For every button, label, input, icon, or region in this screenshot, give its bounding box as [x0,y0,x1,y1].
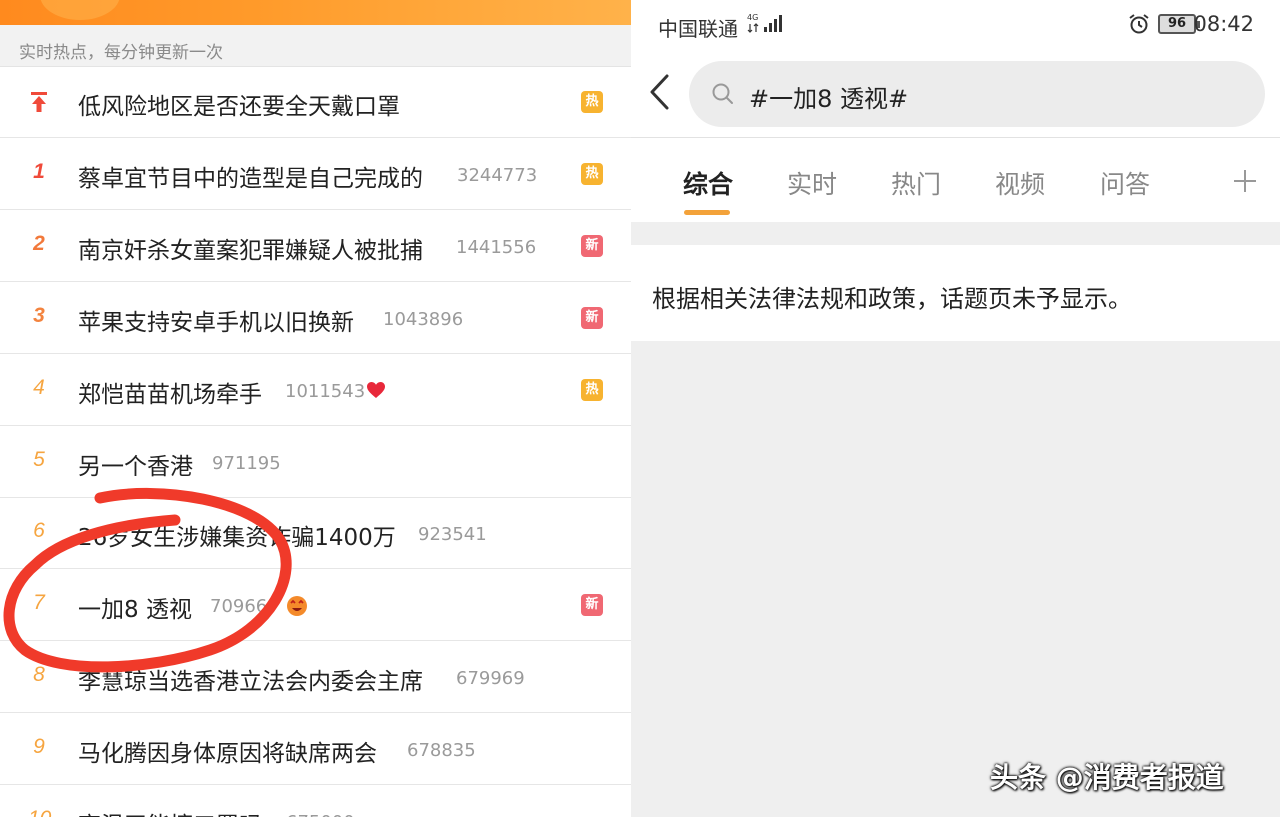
item-rank: 8 [33,663,45,686]
list-item[interactable]: 8 李慧琼当选香港立法会内委会主席 679969 [0,642,631,713]
list-item[interactable]: 2 南京奸杀女童案犯罪嫌疑人被批捕 1441556 新 [0,211,631,282]
item-count: 70966 [210,596,268,617]
item-title: 蔡卓宜节目中的造型是自己完成的 [78,166,423,192]
item-count: 971195 [212,453,281,474]
search-query: #一加8 透视# [749,85,909,113]
new-badge: 新 [581,307,603,329]
search-bar-row: #一加8 透视# [631,50,1280,138]
battery-indicator: 96 [1158,14,1200,34]
item-title: 一加8 透视 [78,597,192,623]
item-title: 另一个香港 [78,454,193,480]
tab-qa[interactable]: 问答 [1100,165,1150,201]
signal-icon: 4G [747,13,782,33]
item-rank: 6 [33,519,45,542]
result-tabs: 综合 实时 热门 视频 问答 [631,138,1280,222]
new-badge: 新 [581,235,603,257]
hot-badge: 热 [581,163,603,185]
tab-video[interactable]: 视频 [995,165,1045,201]
item-count: 675000 [286,812,355,817]
item-count: 679969 [456,668,525,689]
item-title: 苹果支持安卓手机以旧换新 [78,310,354,336]
item-count: 1011543 [285,381,366,402]
list-item[interactable]: 7 一加8 透视 70966 新 [0,570,631,641]
restricted-notice: 根据相关法律法规和政策，话题页未予显示。 [631,245,1280,341]
network-type: 4G [747,13,758,22]
item-rank: 5 [33,448,45,471]
item-title: 南京奸杀女童案犯罪嫌疑人被批捕 [78,238,423,264]
item-count: 678835 [407,740,476,761]
back-arrow-icon[interactable] [647,72,671,112]
item-rank: 1 [33,160,45,183]
item-title: 李慧琼当选香港立法会内委会主席 [78,669,423,695]
add-tab-icon[interactable] [1233,169,1257,193]
subheader-text: 实时热点，每分钟更新一次 [19,43,223,63]
item-rank: 2 [33,232,45,255]
item-title: 郑恺苗苗机场牵手 [78,382,262,408]
list-item[interactable]: 5 另一个香港 971195 [0,427,631,498]
item-count: 3244773 [457,165,538,186]
item-title: 高温天能摘口罩吗 [78,806,262,817]
item-count: 1441556 [456,237,537,258]
hot-search-panel: 实时热点，每分钟更新一次 低风险地区是否还要全天戴口罩 热 1 蔡卓宜节目中的造… [0,0,631,817]
tab-comprehensive[interactable]: 综合 [683,165,733,201]
list-item[interactable]: 9 马化腾因身体原因将缺席两会 678835 [0,714,631,785]
item-rank: 3 [33,304,45,327]
tab-popular[interactable]: 热门 [891,165,941,201]
status-bar: 中国联通 4G 96 08:42 [631,0,1280,50]
pin-top-icon [31,92,47,112]
list-item[interactable]: 3 苹果支持安卓手机以旧换新 1043896 新 [0,283,631,354]
header-banner [0,0,631,25]
item-rank: 9 [33,735,45,758]
clock: 08:42 [1193,12,1254,36]
active-tab-indicator [684,210,730,215]
item-rank: 7 [33,591,45,614]
list-item[interactable]: 4 郑恺苗苗机场牵手 1011543 热 [0,355,631,426]
item-title: 低风险地区是否还要全天戴口罩 [78,94,400,120]
new-badge: 新 [581,594,603,616]
item-rank: 4 [33,376,45,399]
heart-icon [367,382,385,398]
search-result-panel: 中国联通 4G 96 08:42 #一加8 透视# 综合 实时 热门 视频 问答… [631,0,1280,817]
item-count: 1043896 [383,309,464,330]
item-count: 923541 [418,524,487,545]
excited-emoji-icon [287,596,307,616]
list-item[interactable]: 6 26岁女生涉嫌集资诈骗1400万 923541 [0,498,631,569]
hot-badge: 热 [581,91,603,113]
alarm-clock-icon [1129,14,1149,34]
item-title: 马化腾因身体原因将缺席两会 [78,741,377,767]
search-icon [712,83,733,104]
item-rank: 10 [28,807,51,817]
list-item[interactable]: 1 蔡卓宜节目中的造型是自己完成的 3244773 热 [0,139,631,210]
hot-badge: 热 [581,379,603,401]
tab-realtime[interactable]: 实时 [787,165,837,201]
notice-text: 根据相关法律法规和政策，话题页未予显示。 [652,285,1132,313]
list-item[interactable]: 10 高温天能摘口罩吗 675000 [0,786,631,817]
item-title: 26岁女生涉嫌集资诈骗1400万 [78,525,396,551]
list-item[interactable]: 低风险地区是否还要全天戴口罩 热 [0,67,631,138]
watermark: 头条 @消费者报道 [990,761,1224,794]
search-input[interactable]: #一加8 透视# [689,61,1265,127]
list-subheader: 实时热点，每分钟更新一次 [0,25,631,67]
carrier-name: 中国联通 [658,17,738,41]
